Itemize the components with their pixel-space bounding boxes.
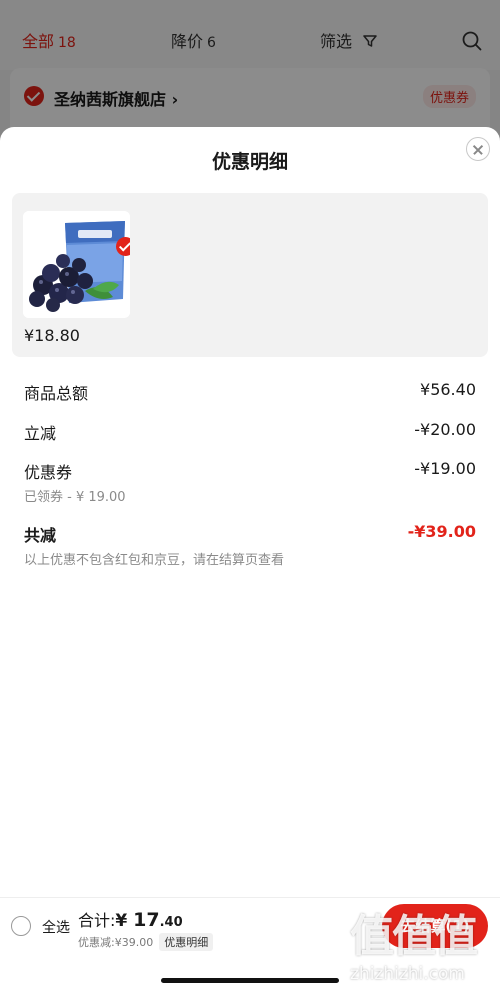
row-total-reduction-value: -¥39.00 — [407, 522, 476, 541]
total-amount: 合计:¥ 17.40 — [78, 907, 183, 931]
total-currency: ¥ — [115, 911, 134, 931]
discount-detail-sheet: 优惠明细 ¥18.80 商品总额 ¥56.40 立减 -¥20.00 优惠券 -… — [0, 127, 500, 993]
row-total-reduction-label: 共减 — [24, 526, 57, 545]
row-coupon-label: 优惠券 — [24, 463, 73, 482]
row-goods-total-value: ¥56.40 — [420, 380, 476, 399]
select-all-radio[interactable] — [11, 916, 31, 936]
row-coupon-value: -¥19.00 — [414, 459, 476, 478]
total-decimal: .40 — [159, 915, 183, 930]
select-all-label[interactable]: 全选 — [42, 917, 70, 937]
goods-check-icon[interactable] — [116, 237, 130, 256]
discount-text: 优惠减:¥39.00 — [78, 936, 154, 949]
discount-summary: 优惠减:¥39.00 优惠明细 — [78, 933, 214, 951]
checkout-button[interactable]: 去结算(1) — [382, 904, 488, 948]
close-icon[interactable] — [466, 137, 490, 161]
blueberry-product-image — [23, 211, 130, 318]
product-image[interactable] — [23, 211, 130, 318]
row-coupon-sub: 已领券 - ¥ 19.00 — [24, 490, 126, 505]
home-indicator — [161, 978, 339, 983]
sheet-title: 优惠明细 — [211, 151, 288, 173]
checkout-bar: 全选 合计:¥ 17.40 优惠减:¥39.00 优惠明细 去结算(1) — [0, 897, 500, 953]
discount-detail-link[interactable]: 优惠明细 — [159, 933, 214, 951]
total-integer: 17 — [133, 909, 160, 931]
goods-price: ¥18.80 — [24, 326, 80, 345]
row-goods-total-label: 商品总额 — [24, 384, 89, 403]
goods-box: ¥18.80 — [12, 193, 488, 357]
row-instant-discount-label: 立减 — [24, 424, 57, 443]
total-label: 合计: — [78, 911, 116, 930]
row-instant-discount-value: -¥20.00 — [414, 420, 476, 439]
row-total-reduction-note: 以上优惠不包含红包和京豆，请在结算页查看 — [24, 553, 285, 568]
